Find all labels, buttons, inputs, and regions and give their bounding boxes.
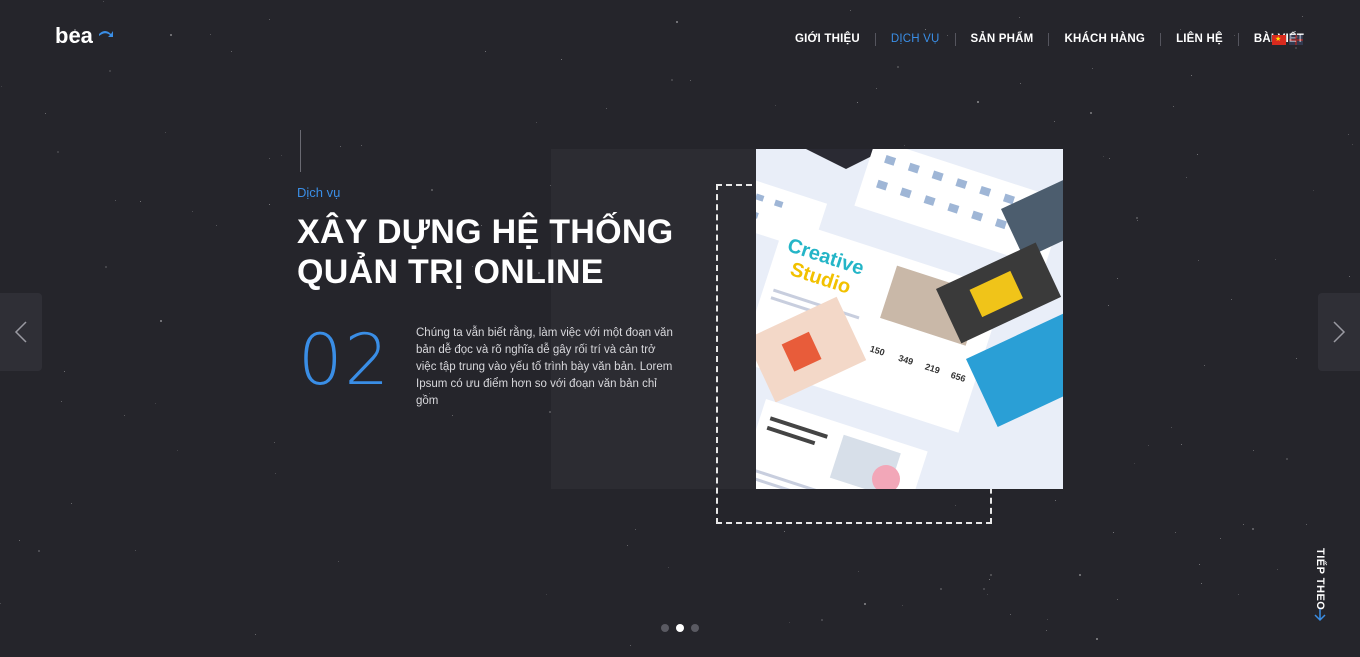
language-switcher [1272, 35, 1303, 45]
chevron-right-icon [1333, 321, 1346, 343]
prev-slide-button[interactable] [0, 293, 42, 371]
nav-item-4[interactable]: LIÊN HỆ [1161, 33, 1239, 46]
pagination-dot[interactable] [676, 624, 684, 632]
next-slide-button[interactable] [1318, 293, 1360, 371]
slide-pagination [661, 624, 699, 632]
pagination-dot[interactable] [661, 624, 669, 632]
hero-description: Chúng ta vẫn biết rằng, làm việc với một… [416, 327, 673, 407]
pagination-dot[interactable] [691, 624, 699, 632]
hero-title: XÂY DỰNG HỆ THỐNG QUẢN TRỊ ONLINE [297, 212, 697, 292]
hero-title-line2: QUẢN TRỊ ONLINE [297, 253, 604, 291]
en-flag-icon[interactable] [1289, 35, 1303, 45]
vi-flag-icon[interactable] [1272, 35, 1286, 45]
arrow-down-icon [1314, 609, 1326, 622]
svg-text:bea: bea [55, 24, 94, 48]
nav-item-2[interactable]: SẢN PHẨM [956, 33, 1050, 46]
nav-item-1[interactable]: DỊCH VỤ [876, 33, 956, 46]
main-nav: GIỚI THIỆU DỊCH VỤ SẢN PHẨM KHÁCH HÀNG LIÊN … [780, 33, 1319, 46]
decorative-vertical-line [300, 130, 301, 172]
bea-logo[interactable]: bea [55, 24, 115, 48]
nav-item-0[interactable]: GIỚI THIỆU [780, 33, 876, 46]
next-section-label: TIẾP THEO [1314, 548, 1326, 611]
chevron-left-icon [14, 321, 27, 343]
slide-number: 02 [298, 319, 392, 401]
website-mockup-image: Creative Studio 150 349 219 656 [756, 149, 1063, 489]
hero-title-line1: XÂY DỰNG HỆ THỐNG [297, 213, 674, 251]
nav-item-3[interactable]: KHÁCH HÀNG [1049, 33, 1162, 46]
service-subtitle: Dịch vụ [297, 185, 341, 200]
